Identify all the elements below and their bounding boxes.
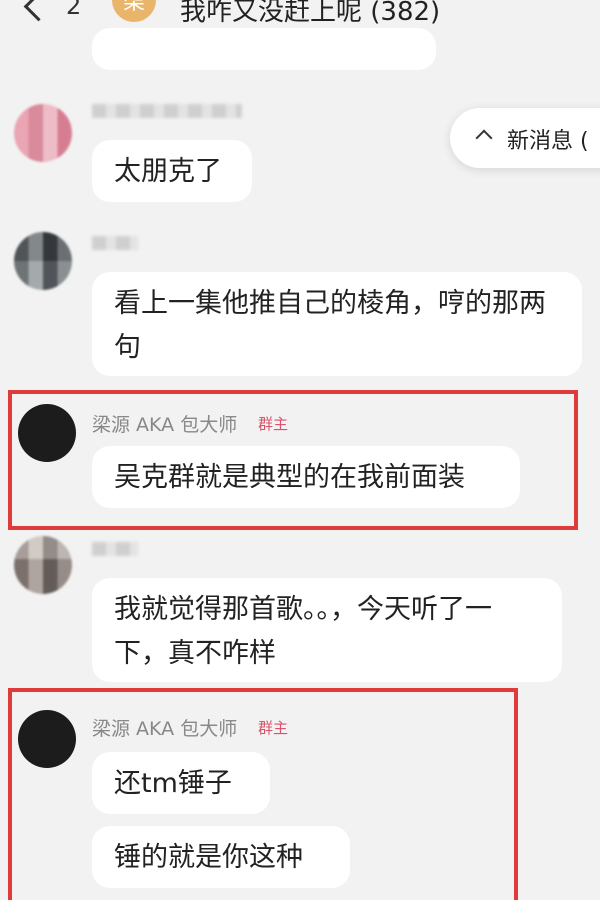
message-text: 吴克群就是典型的在我前面装 [114, 462, 465, 493]
avatar[interactable] [18, 710, 76, 768]
message-bubble[interactable]: 看上一集他推自己的棱角，哼的那两句 [92, 272, 582, 376]
group-title[interactable]: 我咋又没赶上呢 (382) [180, 0, 440, 28]
message-bubble[interactable]: 我就觉得那首歌。。，今天听了一下，真不咋样 [92, 578, 562, 682]
sender-name: 梁源 AKA 包大师 [92, 414, 238, 436]
owner-badge: 群主 [258, 415, 289, 433]
chat-header: 2 柒 我咋又没赶上呢 (382) [0, 0, 600, 28]
message-text: 太朋克了 [114, 156, 222, 187]
avatar[interactable] [14, 232, 72, 290]
back-arrow-icon[interactable] [23, 0, 54, 22]
message-bubble[interactable]: 锤的就是你这种 [92, 826, 350, 888]
previous-message-bubble [92, 28, 436, 70]
message-bubble[interactable]: 吴克群就是典型的在我前面装 [92, 446, 520, 508]
sender-name-pixelated [92, 104, 242, 118]
chevron-up-icon [475, 129, 493, 147]
sender-name-pixelated [92, 542, 138, 556]
message-text: 还tm锤子 [114, 768, 232, 799]
message-bubble[interactable]: 太朋克了 [92, 140, 252, 202]
group-avatar-char: 柒 [122, 0, 145, 15]
group-avatar[interactable]: 柒 [112, 0, 156, 22]
message-text: 看上一集他推自己的棱角，哼的那两句 [114, 288, 546, 363]
message-text: 我就觉得那首歌。。，今天听了一下，真不咋样 [114, 594, 492, 669]
avatar[interactable] [14, 104, 72, 162]
new-message-button[interactable]: 新消息 ( [450, 108, 600, 168]
owner-badge: 群主 [258, 719, 289, 737]
message-bubble[interactable]: 还tm锤子 [92, 752, 270, 814]
new-message-label: 新消息 ( [507, 129, 589, 154]
sender-name: 梁源 AKA 包大师 [92, 718, 238, 740]
sender-name-pixelated [92, 236, 138, 250]
unread-count: 2 [66, 0, 82, 20]
avatar[interactable] [18, 404, 76, 462]
avatar[interactable] [14, 536, 72, 594]
message-text: 锤的就是你这种 [114, 842, 303, 873]
